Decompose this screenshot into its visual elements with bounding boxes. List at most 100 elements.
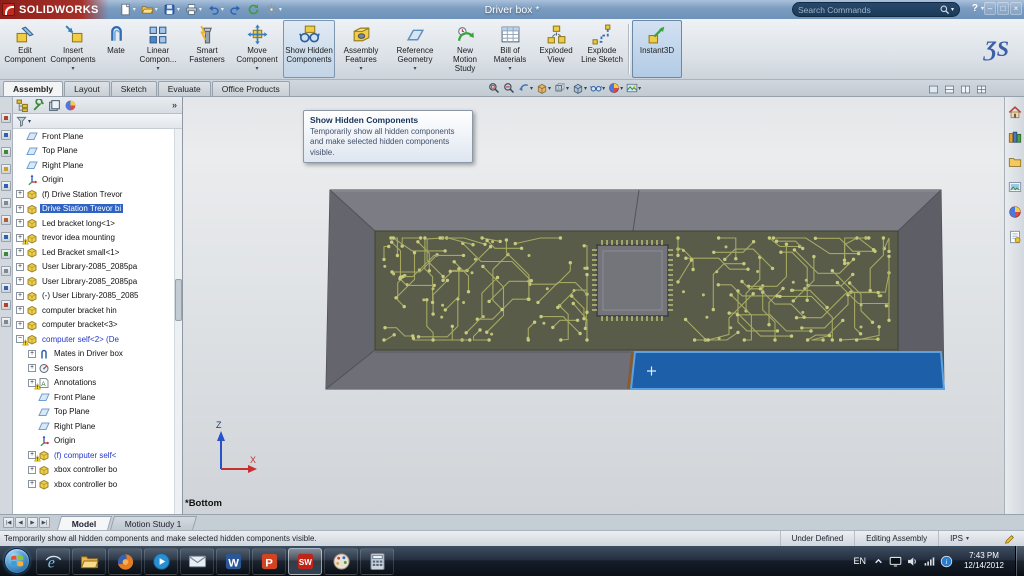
new-document-dropdown-icon[interactable]: ▾ [133, 6, 136, 13]
assembly-features-button[interactable]: Assembly Features ▾ [335, 20, 387, 78]
powerpoint-taskbar-button[interactable]: P [252, 547, 286, 575]
expand-toggle[interactable]: + [28, 465, 36, 474]
featuremanager-tab[interactable] [16, 99, 29, 112]
propertymanager-tab[interactable] [32, 98, 45, 112]
design-library-button[interactable] [1006, 128, 1023, 145]
left-toolbar-button[interactable] [1, 266, 11, 276]
firefox-taskbar-button[interactable] [108, 547, 142, 575]
tree-item[interactable]: + trevor idea mounting [13, 231, 174, 246]
left-toolbar-button[interactable] [1, 232, 11, 242]
tree-item[interactable]: Right Plane [13, 419, 174, 434]
action-center-tray-icon[interactable]: i [940, 555, 953, 568]
viewport-four-view-button[interactable] [975, 82, 988, 96]
tree-item[interactable]: Front Plane [13, 129, 174, 144]
solidworks-taskbar-button[interactable]: SW [288, 547, 322, 575]
filter-dropdown-icon[interactable]: ▾ [28, 118, 31, 125]
apply-scene-button[interactable]: ▾ [625, 81, 642, 95]
search-dropdown-icon[interactable]: ▾ [951, 6, 954, 13]
network-tray-icon[interactable] [923, 555, 936, 568]
internet-explorer-taskbar-button[interactable]: e [36, 547, 70, 575]
close-button[interactable]: × [1010, 2, 1022, 15]
undo-dropdown-icon[interactable]: ▾ [221, 6, 224, 13]
mail-taskbar-button[interactable] [180, 547, 214, 575]
left-toolbar-button[interactable] [1, 249, 11, 259]
help-button[interactable]: ? [972, 3, 978, 14]
search-box[interactable]: ▾ [792, 2, 960, 17]
view-palette-button[interactable] [1006, 178, 1023, 195]
custom-properties-button[interactable] [1006, 228, 1023, 245]
tree-item[interactable]: + Drive Station Trevor bi [13, 202, 174, 217]
tree-item[interactable]: + Sensors [13, 361, 174, 376]
left-toolbar-button[interactable] [1, 113, 11, 123]
view-orientation-button[interactable]: ▾ [553, 81, 570, 95]
tree-item[interactable]: Origin [13, 173, 174, 188]
zoom-fit-button[interactable] [487, 81, 501, 95]
units-selector[interactable]: IPS ▾ [938, 531, 980, 546]
tree-item[interactable]: Top Plane [13, 144, 174, 159]
expand-toggle[interactable]: + [16, 320, 24, 329]
viewport-split-vertical-button[interactable] [959, 82, 972, 96]
expand-toggle[interactable]: + [16, 190, 24, 199]
tree-item[interactable]: + Led Bracket small<1> [13, 245, 174, 260]
left-toolbar-button[interactable] [1, 300, 11, 310]
model-tab-model[interactable]: Model [56, 516, 112, 530]
tree-item[interactable]: + User Library-2085_2085pa [13, 260, 174, 275]
expand-toggle[interactable]: + [16, 219, 24, 228]
tree-item[interactable]: + computer bracket hin [13, 303, 174, 318]
windows-explorer-taskbar-button[interactable] [72, 547, 106, 575]
edit-appearance-button[interactable]: ▾ [607, 81, 624, 95]
left-toolbar-button[interactable] [1, 130, 11, 140]
show-desktop-button[interactable] [1015, 546, 1024, 576]
viewport-single-button[interactable] [927, 82, 940, 96]
tab-sketch[interactable]: Sketch [110, 81, 157, 96]
left-toolbar-button[interactable] [1, 147, 11, 157]
tree-item[interactable]: Right Plane [13, 158, 174, 173]
show-hidden-components-button[interactable]: Show Hidden Components [283, 20, 335, 78]
print-dropdown-icon[interactable]: ▾ [199, 6, 202, 13]
tree-item[interactable]: Front Plane [13, 390, 174, 405]
configurationmanager-tab[interactable] [48, 99, 61, 112]
language-indicator[interactable]: EN [851, 556, 868, 566]
section-view-button[interactable]: ▾ [535, 81, 552, 95]
tab-nav-button-2[interactable]: ▶ [27, 517, 38, 528]
solidworks-resources-button[interactable] [1006, 103, 1023, 120]
file-explorer-button[interactable] [1006, 153, 1023, 170]
options-dropdown-icon[interactable]: ▾ [279, 6, 282, 13]
bill-of-materials-button[interactable]: Bill of Materials ▾ [487, 20, 533, 78]
save-button[interactable]: ▾ [161, 2, 182, 18]
expand-toggle[interactable]: + [16, 277, 24, 286]
hide-show-items-button[interactable]: ▾ [589, 81, 606, 95]
pcb-chip[interactable] [592, 240, 673, 321]
redo-button[interactable] [227, 2, 244, 18]
insert-components-button[interactable]: Insert Components ▾ [47, 20, 99, 78]
save-dropdown-icon[interactable]: ▾ [177, 6, 180, 13]
maximize-button[interactable]: □ [997, 2, 1009, 15]
displaymanager-tab[interactable] [64, 99, 77, 112]
paint-taskbar-button[interactable] [324, 547, 358, 575]
tree-item[interactable]: − computer self<2> (De [13, 332, 174, 347]
tab-nav-button-3[interactable]: ▶| [39, 517, 50, 528]
appearances-scenes-button[interactable] [1006, 203, 1023, 220]
start-button[interactable] [4, 548, 30, 574]
tree-item[interactable]: + computer bracket<3> [13, 318, 174, 333]
tree-scrollbar[interactable] [174, 129, 182, 514]
expand-toggle[interactable]: + [16, 306, 24, 315]
tree-item[interactable]: Top Plane [13, 405, 174, 420]
options-button[interactable]: ▾ [263, 2, 284, 18]
move-component-button[interactable]: Move Component ▾ [231, 20, 283, 78]
minimize-button[interactable]: – [984, 2, 996, 15]
new-document-button[interactable]: ▾ [117, 2, 138, 18]
display-style-button[interactable]: ▾ [571, 81, 588, 95]
expand-toggle[interactable]: + [28, 349, 36, 358]
expand-toggle[interactable]: + [16, 291, 24, 300]
tab-office-products[interactable]: Office Products [211, 81, 290, 96]
expand-toggle[interactable]: + [16, 248, 24, 257]
tab-layout[interactable]: Layout [64, 81, 110, 96]
left-toolbar-button[interactable] [1, 164, 11, 174]
tree-item[interactable]: + Mates in Driver box [13, 347, 174, 362]
left-toolbar-button[interactable] [1, 215, 11, 225]
tree-item[interactable]: Origin [13, 434, 174, 449]
filter-icon[interactable] [16, 116, 27, 127]
tree-item[interactable]: + xbox controller bo [13, 477, 174, 492]
tree-item[interactable]: + (f) computer self< [13, 448, 174, 463]
